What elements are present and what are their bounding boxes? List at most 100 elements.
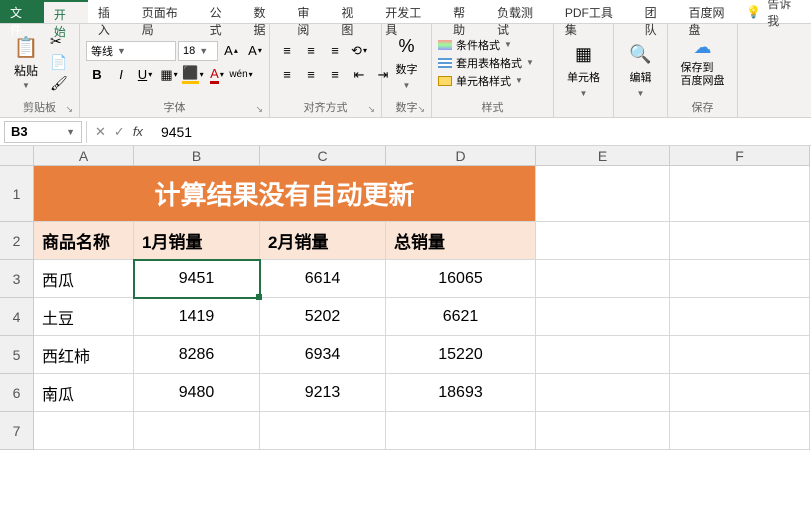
cell-E1[interactable] — [536, 166, 670, 222]
cell-A6[interactable]: 南瓜 — [34, 374, 134, 412]
cell-A4[interactable]: 土豆 — [34, 298, 134, 336]
tab-loadtest[interactable]: 负载测试 — [487, 0, 555, 23]
tab-insert[interactable]: 插入 — [88, 0, 132, 23]
tab-pdf[interactable]: PDF工具集 — [555, 0, 635, 23]
edit-button[interactable]: 🔍 编辑 ▼ — [620, 44, 661, 98]
cell-F7[interactable] — [670, 412, 810, 450]
align-middle-icon[interactable]: ≡ — [300, 41, 322, 61]
header-product[interactable]: 商品名称 — [34, 222, 134, 260]
orientation-icon[interactable]: ⟲▾ — [348, 41, 370, 61]
row-2[interactable]: 2 — [0, 222, 34, 260]
table-format-button[interactable]: 套用表格格式▼ — [438, 55, 534, 71]
select-all-corner[interactable] — [0, 146, 34, 166]
cell-C6[interactable]: 9213 — [260, 374, 386, 412]
cell-E4[interactable] — [536, 298, 670, 336]
font-launcher-icon[interactable]: ↘ — [255, 104, 263, 115]
cell-E7[interactable] — [536, 412, 670, 450]
cell-F2[interactable] — [670, 222, 810, 260]
cell-C7[interactable] — [260, 412, 386, 450]
align-right-icon[interactable]: ≡ — [324, 65, 346, 85]
increase-font-icon[interactable]: A▴ — [220, 41, 242, 61]
header-total[interactable]: 总销量 — [386, 222, 536, 260]
cell-A5[interactable]: 西红柿 — [34, 336, 134, 374]
col-D[interactable]: D — [386, 146, 536, 166]
col-B[interactable]: B — [134, 146, 260, 166]
tab-team[interactable]: 团队 — [635, 0, 679, 23]
align-launcher-icon[interactable]: ↘ — [367, 104, 375, 115]
conditional-format-button[interactable]: 条件格式▼ — [438, 37, 534, 53]
col-C[interactable]: C — [260, 146, 386, 166]
cell-style-button[interactable]: 单元格样式▼ — [438, 73, 534, 89]
name-box[interactable]: B3▼ — [4, 121, 82, 143]
tab-data[interactable]: 数据 — [244, 0, 288, 23]
cell-C3[interactable]: 6614 — [260, 260, 386, 298]
tellme-text[interactable]: 告诉我 — [767, 0, 803, 29]
cell-A7[interactable] — [34, 412, 134, 450]
title-cell[interactable]: 计算结果没有自动更新 — [34, 166, 536, 222]
tab-home[interactable]: 开始 — [44, 0, 88, 23]
cells-button[interactable]: ▦ 单元格 ▼ — [560, 44, 607, 98]
cell-C4[interactable]: 5202 — [260, 298, 386, 336]
confirm-formula-icon[interactable]: ✓ — [114, 124, 125, 140]
tab-help[interactable]: 帮助 — [443, 0, 487, 23]
cell-E6[interactable] — [536, 374, 670, 412]
paste-icon[interactable]: 📋 — [14, 35, 39, 60]
decrease-font-icon[interactable]: A▾ — [244, 41, 266, 61]
save-baidu-button[interactable]: ☁ 保存到 百度网盘 — [674, 37, 731, 88]
cell-B6[interactable]: 9480 — [134, 374, 260, 412]
indent-left-icon[interactable]: ⇤ — [348, 65, 370, 85]
tab-view[interactable]: 视图 — [331, 0, 375, 23]
cut-icon[interactable]: ✂ — [50, 33, 68, 50]
row-6[interactable]: 6 — [0, 374, 34, 412]
tab-pagelayout[interactable]: 页面布局 — [132, 0, 200, 23]
cell-B3[interactable]: 9451 — [134, 260, 260, 298]
cell-E3[interactable] — [536, 260, 670, 298]
row-3[interactable]: 3 — [0, 260, 34, 298]
cell-F5[interactable] — [670, 336, 810, 374]
number-launcher-icon[interactable]: ↘ — [417, 104, 425, 115]
cell-E5[interactable] — [536, 336, 670, 374]
header-jan[interactable]: 1月销量 — [134, 222, 260, 260]
tab-devtools[interactable]: 开发工具 — [375, 0, 443, 23]
tab-review[interactable]: 审阅 — [287, 0, 331, 23]
cell-F4[interactable] — [670, 298, 810, 336]
number-button[interactable]: % 数字 ▼ — [388, 36, 425, 90]
cell-F6[interactable] — [670, 374, 810, 412]
cell-B4[interactable]: 1419 — [134, 298, 260, 336]
align-top-icon[interactable]: ≡ — [276, 41, 298, 61]
cell-F3[interactable] — [670, 260, 810, 298]
fx-icon[interactable]: fx — [133, 124, 143, 139]
underline-button[interactable]: U▾ — [134, 65, 156, 85]
fill-color-button[interactable]: ⬛▾ — [182, 65, 204, 85]
align-bottom-icon[interactable]: ≡ — [324, 41, 346, 61]
border-button[interactable]: ▦▾ — [158, 65, 180, 85]
font-color-button[interactable]: A▾ — [206, 65, 228, 85]
tab-baidu[interactable]: 百度网盘 — [679, 0, 747, 23]
cell-D3[interactable]: 16065 — [386, 260, 536, 298]
cell-D4[interactable]: 6621 — [386, 298, 536, 336]
cell-C5[interactable]: 6934 — [260, 336, 386, 374]
paste-label[interactable]: 粘贴 — [14, 62, 38, 79]
align-left-icon[interactable]: ≡ — [276, 65, 298, 85]
col-E[interactable]: E — [536, 146, 670, 166]
clipboard-launcher-icon[interactable]: ↘ — [65, 104, 73, 115]
italic-button[interactable]: I — [110, 65, 132, 85]
bold-button[interactable]: B — [86, 65, 108, 85]
row-1[interactable]: 1 — [0, 166, 34, 222]
header-feb[interactable]: 2月销量 — [260, 222, 386, 260]
row-7[interactable]: 7 — [0, 412, 34, 450]
cell-E2[interactable] — [536, 222, 670, 260]
font-size-combo[interactable]: 18▼ — [178, 41, 218, 61]
tab-file[interactable]: 文件 — [0, 0, 44, 23]
col-F[interactable]: F — [670, 146, 810, 166]
cell-D6[interactable]: 18693 — [386, 374, 536, 412]
cell-A3[interactable]: 西瓜 — [34, 260, 134, 298]
cell-F1[interactable] — [670, 166, 810, 222]
cell-B7[interactable] — [134, 412, 260, 450]
cell-D5[interactable]: 15220 — [386, 336, 536, 374]
row-4[interactable]: 4 — [0, 298, 34, 336]
col-A[interactable]: A — [34, 146, 134, 166]
align-center-icon[interactable]: ≡ — [300, 65, 322, 85]
row-5[interactable]: 5 — [0, 336, 34, 374]
tab-formulas[interactable]: 公式 — [200, 0, 244, 23]
